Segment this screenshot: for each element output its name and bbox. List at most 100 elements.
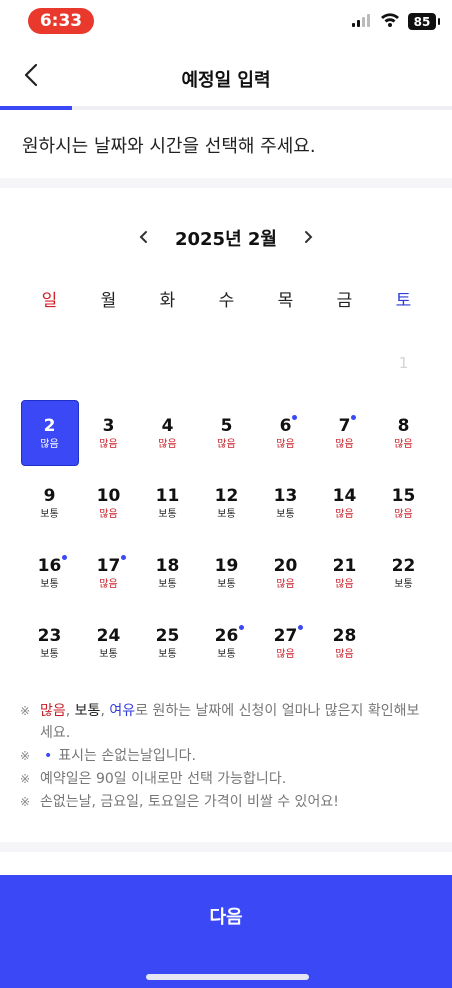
day-availability: 많음 [99,508,118,520]
day-cell[interactable]: 21 많음 [315,538,374,608]
day-cell[interactable]: 14 많음 [315,468,374,538]
day-availability: 많음 [276,578,295,590]
day-cell[interactable]: 7 많음 [315,398,374,468]
legend-free: 여유 [109,703,136,719]
day-number-text: 25 [155,625,180,646]
day-cell[interactable]: 2 많음 [20,398,79,468]
note-mark: ※ [20,772,31,786]
day-number-text: 3 [102,415,115,436]
day-cell[interactable]: 17 많음 [79,538,138,608]
day-number-text: 5 [220,415,233,436]
day-number-text: 22 [391,555,416,576]
day-cell[interactable]: 6 많음 [256,398,315,468]
instruction-text: 원하시는 날짜와 시간을 선택해 주세요. [22,136,316,157]
dot-legend-icon: • [44,748,53,764]
day-number-text: 20 [273,555,298,576]
day-number: 15 [392,486,416,506]
section-divider [0,842,452,852]
weekday-label: 토 [395,291,412,311]
legend-normal: 보통 [74,703,101,719]
day-number: 2 [44,416,56,436]
day-number-text: 1 [398,354,409,372]
next-month-button[interactable] [301,228,317,249]
day-cell[interactable]: 20 많음 [256,538,315,608]
day-number-text: 14 [332,485,357,506]
day-number-text: 7 [338,415,351,436]
calendar-grid: 1 2 많음 3 많음 4 많음 5 많음 6 많음 7 많음 8 많음 9 보통 10 많음 11 보통 12 보통 13 보… [20,328,433,678]
day-availability: 보통 [217,648,236,660]
day-cell[interactable]: 3 많음 [79,398,138,468]
day-number-text: 26 [214,625,239,646]
day-number: 18 [156,556,180,576]
chevron-left-icon [139,230,147,243]
day-cell[interactable]: 23 보통 [20,608,79,678]
day-number-text: 15 [391,485,416,506]
day-availability: 보통 [40,648,59,660]
day-number: 23 [38,626,62,646]
day-number-text: 27 [273,625,298,646]
day-cell[interactable]: 16 보통 [20,538,79,608]
day-cell[interactable]: 4 많음 [138,398,197,468]
prev-month-button[interactable] [135,228,151,249]
day-number-text: 23 [37,625,62,646]
signal-icon [352,12,372,31]
legend-sep: , [100,703,110,719]
day-availability: 많음 [99,578,118,590]
status-icons: 85 [352,12,440,31]
day-number-text: 19 [214,555,239,576]
day-availability: 많음 [335,578,354,590]
day-number: 17 [96,554,127,576]
month-label: 2025년 2월 [174,229,277,250]
day-cell[interactable]: 13 보통 [256,468,315,538]
day-number-text: 17 [96,555,121,576]
empty-day-cell [256,328,315,398]
header: 예정일 입력 [0,48,452,104]
day-availability: 많음 [335,648,354,660]
moving-lucky-day-dot-icon [62,554,68,560]
next-button[interactable]: 다음 [0,875,452,988]
day-cell[interactable]: 19 보통 [197,538,256,608]
empty-day-cell [315,328,374,398]
day-cell[interactable]: 24 보통 [79,608,138,678]
day-number: 10 [97,486,121,506]
day-cell[interactable]: 25 보통 [138,608,197,678]
day-cell[interactable]: 9 보통 [20,468,79,538]
day-cell[interactable]: 22 보통 [374,538,433,608]
day-availability: 많음 [335,438,354,450]
legend-busy: 많음 [40,703,66,719]
day-availability: 보통 [40,508,59,520]
day-cell[interactable]: 15 많음 [374,468,433,538]
day-cell[interactable]: 28 많음 [315,608,374,678]
day-cell[interactable]: 8 많음 [374,398,433,468]
day-availability: 많음 [158,438,177,450]
home-indicator [146,974,309,980]
day-cell[interactable]: 12 보통 [197,468,256,538]
day-number-text: 12 [214,485,239,506]
day-availability: 많음 [276,438,295,450]
day-number: 1 [399,353,409,373]
empty-day-cell [138,328,197,398]
day-number: 5 [221,416,233,436]
day-availability: 많음 [40,438,59,450]
day-number: 6 [280,414,298,436]
day-number-text: 16 [37,555,62,576]
day-availability: 보통 [217,578,236,590]
chevron-right-icon [305,230,313,243]
day-availability: 보통 [394,578,413,590]
day-cell[interactable]: 18 보통 [138,538,197,608]
day-number-text: 9 [43,485,56,506]
day-cell[interactable]: 26 보통 [197,608,256,678]
day-number: 28 [333,626,357,646]
day-cell[interactable]: 10 많음 [79,468,138,538]
day-number: 22 [392,556,416,576]
day-cell[interactable]: 11 보통 [138,468,197,538]
notes: ※ 많음, 보통, 여유로 원하는 날짜에 신청이 얼마나 많은지 확인해보세요… [20,700,432,814]
day-number: 21 [333,556,357,576]
day-number-text: 4 [161,415,174,436]
status-bar: 6:33 85 [0,0,452,44]
day-cell[interactable]: 5 많음 [197,398,256,468]
note-dot: ※ • 표시는 손없는날입니다. [20,745,432,767]
dot-note-text: 표시는 손없는날입니다. [58,748,196,764]
day-number: 24 [97,626,121,646]
day-cell[interactable]: 27 많음 [256,608,315,678]
